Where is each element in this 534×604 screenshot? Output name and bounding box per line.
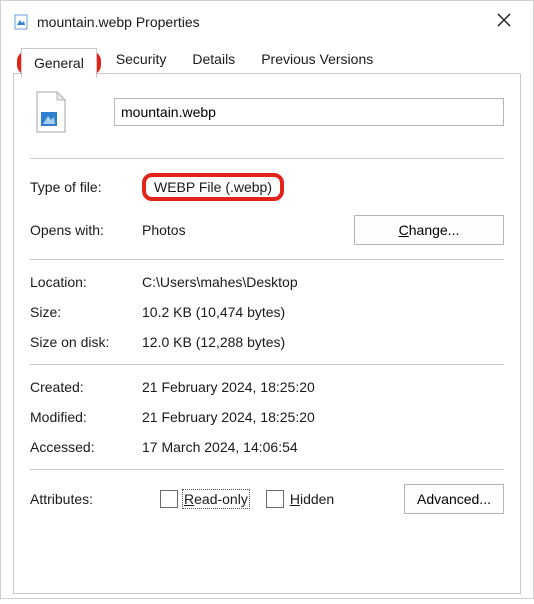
attributes-label: Attributes: xyxy=(30,491,142,507)
window-title: mountain.webp Properties xyxy=(37,14,481,30)
size-on-disk-value: 12.0 KB (12,288 bytes) xyxy=(142,334,504,350)
opens-with-label: Opens with: xyxy=(30,222,142,238)
hidden-checkbox[interactable] xyxy=(266,490,284,508)
accessed-label: Accessed: xyxy=(30,439,142,455)
divider xyxy=(30,158,504,159)
tab-previous-versions[interactable]: Previous Versions xyxy=(248,44,386,74)
hidden-label[interactable]: Hidden xyxy=(290,491,334,507)
location-value: C:\Users\mahes\Desktop xyxy=(142,274,504,290)
location-label: Location: xyxy=(30,274,142,290)
type-of-file-label: Type of file: xyxy=(30,179,142,195)
readonly-checkbox[interactable] xyxy=(160,490,178,508)
divider xyxy=(30,469,504,470)
titlebar: mountain.webp Properties xyxy=(1,1,533,41)
accessed-value: 17 March 2024, 14:06:54 xyxy=(142,439,504,455)
change-button[interactable]: Change... xyxy=(354,215,504,245)
size-on-disk-label: Size on disk: xyxy=(30,334,142,350)
close-icon xyxy=(497,13,511,27)
tab-strip: General Security Details Previous Versio… xyxy=(13,43,521,74)
filename-input[interactable] xyxy=(114,98,504,126)
tab-general[interactable]: General xyxy=(21,48,97,78)
opens-with-value: Photos xyxy=(142,222,354,238)
file-large-icon xyxy=(30,90,72,134)
divider xyxy=(30,364,504,365)
type-of-file-value: WEBP File (.webp) xyxy=(154,179,272,195)
file-type-icon xyxy=(13,14,29,30)
readonly-label[interactable]: Read-only xyxy=(184,491,248,507)
created-value: 21 February 2024, 18:25:20 xyxy=(142,379,504,395)
highlight-general-tab: General xyxy=(17,51,101,75)
tab-details[interactable]: Details xyxy=(179,44,248,74)
divider xyxy=(30,259,504,260)
modified-label: Modified: xyxy=(30,409,142,425)
highlight-type-value: WEBP File (.webp) xyxy=(142,173,284,201)
advanced-button[interactable]: Advanced... xyxy=(404,484,504,514)
size-label: Size: xyxy=(30,304,142,320)
properties-window: mountain.webp Properties General Securit… xyxy=(0,0,534,599)
tab-security[interactable]: Security xyxy=(103,44,180,74)
created-label: Created: xyxy=(30,379,142,395)
general-panel: Type of file: WEBP File (.webp) Opens wi… xyxy=(13,74,521,594)
size-value: 10.2 KB (10,474 bytes) xyxy=(142,304,504,320)
modified-value: 21 February 2024, 18:25:20 xyxy=(142,409,504,425)
close-button[interactable] xyxy=(489,9,519,35)
